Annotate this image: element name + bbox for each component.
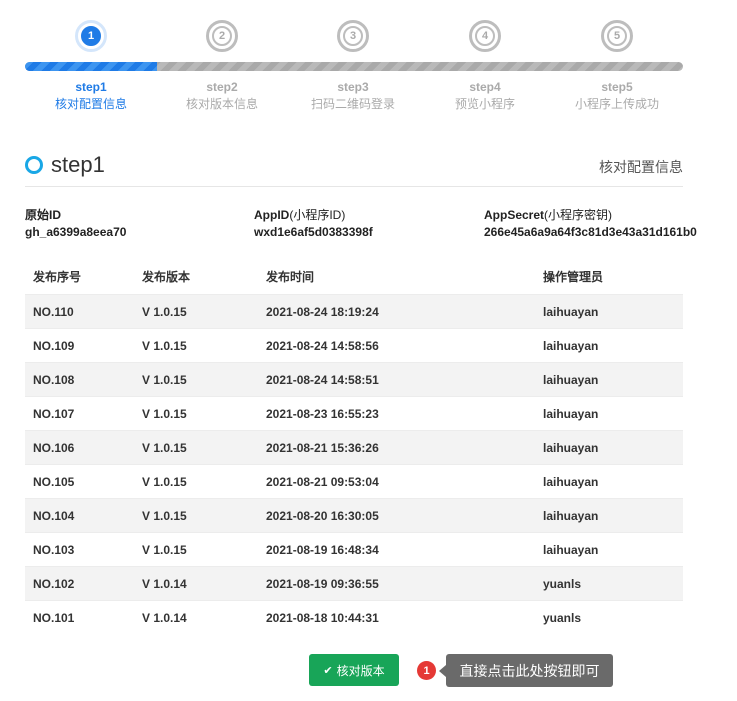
table-cell: NO.108 xyxy=(33,372,75,387)
table-cell: V 1.0.15 xyxy=(142,338,187,353)
table-cell: V 1.0.15 xyxy=(142,304,187,319)
info-label: 原始ID xyxy=(25,208,62,222)
header-cell: 发布版本 xyxy=(142,269,191,284)
section-header: step1 核对配置信息 xyxy=(25,150,683,187)
table-cell: 2021-08-19 09:36:55 xyxy=(266,576,379,591)
ring-icon xyxy=(25,156,43,174)
info-value: 266e45a6a9a64f3c81d3e43a31d161b0 xyxy=(484,225,697,239)
table-cell: V 1.0.15 xyxy=(142,406,187,421)
table-cell: laihuayan xyxy=(543,338,599,353)
table-cell: V 1.0.15 xyxy=(142,542,187,557)
table-row: NO.107 V 1.0.15 2021-08-23 16:55:23 laihuay… xyxy=(25,396,683,430)
table-cell: NO.107 xyxy=(33,406,75,421)
section-subtitle: 核对配置信息 xyxy=(599,159,683,175)
table-cell: laihuayan xyxy=(543,406,599,421)
table-cell: yuanls xyxy=(543,576,582,591)
table-cell: V 1.0.15 xyxy=(142,372,187,387)
table-cell: NO.110 xyxy=(33,304,74,319)
info-value: wxd1e6af5d0383398f xyxy=(254,225,373,239)
header-cell: 发布序号 xyxy=(33,269,82,284)
table-row: NO.109 V 1.0.15 2021-08-24 14:58:56 laihuay… xyxy=(25,328,683,362)
step-subtitle: 核对配置信息 xyxy=(54,97,127,111)
step-subtitle: 预览小程序 xyxy=(454,97,515,111)
table-cell: V 1.0.15 xyxy=(142,474,187,489)
table-cell: NO.101 xyxy=(33,610,75,625)
step-number: 4 xyxy=(475,26,495,46)
table-cell: 2021-08-21 15:36:26 xyxy=(266,440,379,455)
table-cell: laihuayan xyxy=(543,474,599,489)
verify-version-button[interactable]: ✔ 核对版本 xyxy=(309,654,399,686)
info-appsecret: AppSecret(小程序密钥) 266e45a6a9a64f3c81d3e43… xyxy=(484,208,697,239)
table-cell: 2021-08-20 16:30:05 xyxy=(266,508,379,523)
table-cell: V 1.0.15 xyxy=(142,508,187,523)
step-1: 1 step1 核对配置信息 xyxy=(31,20,151,112)
table-cell: laihuayan xyxy=(543,304,599,319)
table-cell: V 1.0.14 xyxy=(142,576,187,591)
table-row: NO.104 V 1.0.15 2021-08-20 16:30:05 laihuay… xyxy=(25,498,683,532)
table-cell: 2021-08-24 14:58:51 xyxy=(266,372,379,387)
step-3: 3 step3 扫码二维码登录 xyxy=(293,20,413,112)
step-title: step3 xyxy=(337,80,369,94)
step-subtitle: 核对版本信息 xyxy=(185,97,258,111)
info-label: AppID xyxy=(254,208,290,222)
hint-badge: 1 xyxy=(417,661,436,680)
table-cell: 2021-08-19 16:48:34 xyxy=(266,542,379,557)
table-cell: NO.105 xyxy=(33,474,75,489)
table-cell: 2021-08-23 16:55:23 xyxy=(266,406,379,421)
step-title: step1 xyxy=(75,80,107,94)
step-title: step5 xyxy=(601,80,633,94)
table-cell: yuanls xyxy=(543,610,582,625)
step-number: 3 xyxy=(343,26,363,46)
info-appid: AppID(小程序ID) wxd1e6af5d0383398f xyxy=(254,208,373,239)
table-row: NO.106 V 1.0.15 2021-08-21 15:36:26 laihuay… xyxy=(25,430,683,464)
hint-tooltip: 直接点击此处按钮即可 xyxy=(439,654,613,687)
step-4: 4 step4 预览小程序 xyxy=(425,20,545,112)
step-number: 1 xyxy=(81,26,101,46)
table-row: NO.110 V 1.0.15 2021-08-24 18:19:24 laihuay… xyxy=(25,294,683,328)
step-subtitle: 扫码二维码登录 xyxy=(310,97,395,111)
table-cell: laihuayan xyxy=(543,542,599,557)
table-cell: laihuayan xyxy=(543,508,599,523)
release-table: 发布序号 发布版本 发布时间 操作管理员 NO.110 V 1.0.15 2021-… xyxy=(25,258,683,634)
step-title: step2 xyxy=(206,80,238,94)
info-label: AppSecret xyxy=(484,208,545,222)
table-cell: NO.106 xyxy=(33,440,75,455)
table-row: NO.101 V 1.0.14 2021-08-18 10:44:31 yuanls xyxy=(25,600,683,634)
info-original-id: 原始ID gh_a6399a8eea70 xyxy=(25,207,126,241)
step-number: 5 xyxy=(607,26,627,46)
table-cell: 2021-08-21 09:53:04 xyxy=(266,474,379,489)
step-subtitle: 小程序上传成功 xyxy=(574,97,659,111)
table-cell: V 1.0.14 xyxy=(142,610,187,625)
table-cell: 2021-08-24 18:19:24 xyxy=(266,304,379,319)
table-header: 发布序号 发布版本 发布时间 操作管理员 xyxy=(25,258,683,294)
table-cell: NO.109 xyxy=(33,338,75,353)
table-cell: laihuayan xyxy=(543,440,599,455)
step-title: step4 xyxy=(469,80,501,94)
table-cell: 2021-08-24 14:58:56 xyxy=(266,338,379,353)
table-cell: 2021-08-18 10:44:31 xyxy=(266,610,379,625)
table-row: NO.102 V 1.0.14 2021-08-19 09:36:55 yuanls xyxy=(25,566,683,600)
info-value: gh_a6399a8eea70 xyxy=(25,225,127,239)
header-cell: 操作管理员 xyxy=(543,269,604,284)
table-row: NO.103 V 1.0.15 2021-08-19 16:48:34 laihuay… xyxy=(25,532,683,566)
button-label: 核对版本 xyxy=(336,663,385,678)
step-progress: 1 step1 核对配置信息 2 step2 核对版本信息 3 step3 扫码… xyxy=(25,20,683,120)
step-number: 2 xyxy=(212,26,232,46)
table-body: NO.110 V 1.0.15 2021-08-24 18:19:24 laihuay… xyxy=(25,294,683,634)
step-2: 2 step2 核对版本信息 xyxy=(162,20,282,112)
header-cell: 发布时间 xyxy=(266,269,315,284)
step-5: 5 step5 小程序上传成功 xyxy=(557,20,677,112)
check-icon: ✔ xyxy=(323,664,333,677)
table-row: NO.108 V 1.0.15 2021-08-24 14:58:51 laihuay… xyxy=(25,362,683,396)
table-cell: laihuayan xyxy=(543,372,599,387)
table-cell: NO.103 xyxy=(33,542,75,557)
table-cell: V 1.0.15 xyxy=(142,440,187,455)
table-row: NO.105 V 1.0.15 2021-08-21 09:53:04 laihuay… xyxy=(25,464,683,498)
table-cell: NO.102 xyxy=(33,576,75,591)
section-title: step1 xyxy=(51,152,105,177)
table-cell: NO.104 xyxy=(33,508,75,523)
